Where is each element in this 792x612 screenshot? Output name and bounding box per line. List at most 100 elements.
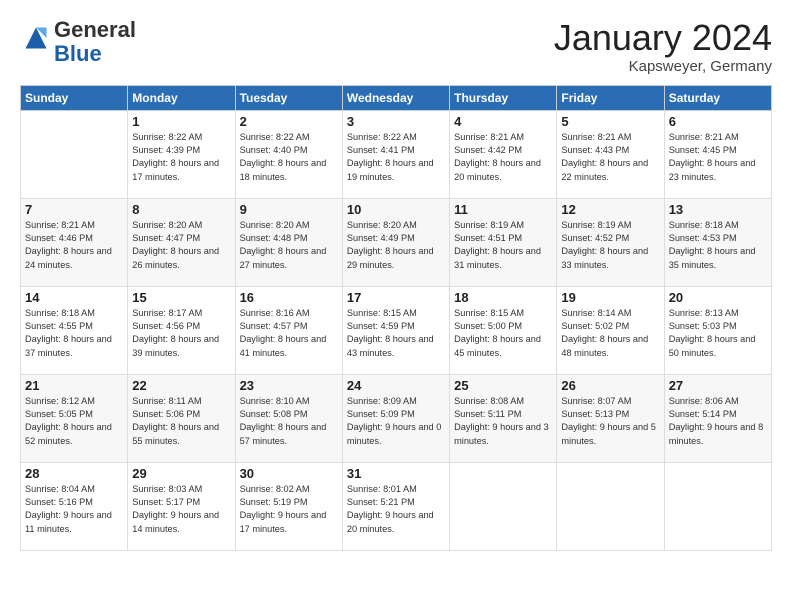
day-cell: 22 Sunrise: 8:11 AMSunset: 5:06 PMDaylig… — [128, 374, 235, 462]
month-title: January 2024 — [554, 18, 772, 58]
day-info: Sunrise: 8:22 AMSunset: 4:39 PMDaylight:… — [132, 131, 230, 184]
day-info: Sunrise: 8:09 AMSunset: 5:09 PMDaylight:… — [347, 395, 445, 448]
day-info: Sunrise: 8:19 AMSunset: 4:52 PMDaylight:… — [561, 219, 659, 272]
day-info: Sunrise: 8:15 AMSunset: 4:59 PMDaylight:… — [347, 307, 445, 360]
week-row-3: 21 Sunrise: 8:12 AMSunset: 5:05 PMDaylig… — [21, 374, 772, 462]
day-cell: 24 Sunrise: 8:09 AMSunset: 5:09 PMDaylig… — [342, 374, 449, 462]
day-info: Sunrise: 8:03 AMSunset: 5:17 PMDaylight:… — [132, 483, 230, 536]
day-cell — [557, 462, 664, 550]
header-wednesday: Wednesday — [342, 85, 449, 110]
day-cell: 18 Sunrise: 8:15 AMSunset: 5:00 PMDaylig… — [450, 286, 557, 374]
day-number: 8 — [132, 202, 230, 217]
day-number: 4 — [454, 114, 552, 129]
day-cell: 10 Sunrise: 8:20 AMSunset: 4:49 PMDaylig… — [342, 198, 449, 286]
day-info: Sunrise: 8:21 AMSunset: 4:43 PMDaylight:… — [561, 131, 659, 184]
day-number: 11 — [454, 202, 552, 217]
calendar-table: Sunday Monday Tuesday Wednesday Thursday… — [20, 85, 772, 551]
day-cell: 9 Sunrise: 8:20 AMSunset: 4:48 PMDayligh… — [235, 198, 342, 286]
day-number: 2 — [240, 114, 338, 129]
day-info: Sunrise: 8:22 AMSunset: 4:41 PMDaylight:… — [347, 131, 445, 184]
day-cell: 1 Sunrise: 8:22 AMSunset: 4:39 PMDayligh… — [128, 110, 235, 198]
day-cell: 19 Sunrise: 8:14 AMSunset: 5:02 PMDaylig… — [557, 286, 664, 374]
day-cell: 30 Sunrise: 8:02 AMSunset: 5:19 PMDaylig… — [235, 462, 342, 550]
day-cell: 11 Sunrise: 8:19 AMSunset: 4:51 PMDaylig… — [450, 198, 557, 286]
day-cell: 17 Sunrise: 8:15 AMSunset: 4:59 PMDaylig… — [342, 286, 449, 374]
day-cell: 8 Sunrise: 8:20 AMSunset: 4:47 PMDayligh… — [128, 198, 235, 286]
page: General Blue January 2024 Kapsweyer, Ger… — [0, 0, 792, 612]
day-number: 14 — [25, 290, 123, 305]
day-info: Sunrise: 8:17 AMSunset: 4:56 PMDaylight:… — [132, 307, 230, 360]
header-thursday: Thursday — [450, 85, 557, 110]
week-row-1: 7 Sunrise: 8:21 AMSunset: 4:46 PMDayligh… — [21, 198, 772, 286]
day-cell: 5 Sunrise: 8:21 AMSunset: 4:43 PMDayligh… — [557, 110, 664, 198]
day-number: 10 — [347, 202, 445, 217]
day-number: 12 — [561, 202, 659, 217]
day-cell: 4 Sunrise: 8:21 AMSunset: 4:42 PMDayligh… — [450, 110, 557, 198]
header-monday: Monday — [128, 85, 235, 110]
day-number: 1 — [132, 114, 230, 129]
day-info: Sunrise: 8:14 AMSunset: 5:02 PMDaylight:… — [561, 307, 659, 360]
day-number: 24 — [347, 378, 445, 393]
day-info: Sunrise: 8:19 AMSunset: 4:51 PMDaylight:… — [454, 219, 552, 272]
day-info: Sunrise: 8:13 AMSunset: 5:03 PMDaylight:… — [669, 307, 767, 360]
day-cell — [450, 462, 557, 550]
day-cell: 26 Sunrise: 8:07 AMSunset: 5:13 PMDaylig… — [557, 374, 664, 462]
day-info: Sunrise: 8:21 AMSunset: 4:46 PMDaylight:… — [25, 219, 123, 272]
day-cell: 16 Sunrise: 8:16 AMSunset: 4:57 PMDaylig… — [235, 286, 342, 374]
day-number: 13 — [669, 202, 767, 217]
day-number: 3 — [347, 114, 445, 129]
day-info: Sunrise: 8:08 AMSunset: 5:11 PMDaylight:… — [454, 395, 552, 448]
day-cell: 23 Sunrise: 8:10 AMSunset: 5:08 PMDaylig… — [235, 374, 342, 462]
header: General Blue January 2024 Kapsweyer, Ger… — [20, 18, 772, 75]
day-cell: 7 Sunrise: 8:21 AMSunset: 4:46 PMDayligh… — [21, 198, 128, 286]
day-number: 30 — [240, 466, 338, 481]
day-cell — [664, 462, 771, 550]
week-row-4: 28 Sunrise: 8:04 AMSunset: 5:16 PMDaylig… — [21, 462, 772, 550]
logo — [20, 28, 50, 57]
day-number: 31 — [347, 466, 445, 481]
day-number: 18 — [454, 290, 552, 305]
day-number: 17 — [347, 290, 445, 305]
day-cell — [21, 110, 128, 198]
day-cell: 13 Sunrise: 8:18 AMSunset: 4:53 PMDaylig… — [664, 198, 771, 286]
day-info: Sunrise: 8:20 AMSunset: 4:47 PMDaylight:… — [132, 219, 230, 272]
day-info: Sunrise: 8:04 AMSunset: 5:16 PMDaylight:… — [25, 483, 123, 536]
day-cell: 6 Sunrise: 8:21 AMSunset: 4:45 PMDayligh… — [664, 110, 771, 198]
day-info: Sunrise: 8:07 AMSunset: 5:13 PMDaylight:… — [561, 395, 659, 448]
day-info: Sunrise: 8:16 AMSunset: 4:57 PMDaylight:… — [240, 307, 338, 360]
day-number: 16 — [240, 290, 338, 305]
day-number: 20 — [669, 290, 767, 305]
day-number: 6 — [669, 114, 767, 129]
header-friday: Friday — [557, 85, 664, 110]
day-info: Sunrise: 8:11 AMSunset: 5:06 PMDaylight:… — [132, 395, 230, 448]
day-cell: 31 Sunrise: 8:01 AMSunset: 5:21 PMDaylig… — [342, 462, 449, 550]
location: Kapsweyer, Germany — [554, 58, 772, 75]
day-number: 5 — [561, 114, 659, 129]
day-cell: 27 Sunrise: 8:06 AMSunset: 5:14 PMDaylig… — [664, 374, 771, 462]
day-info: Sunrise: 8:06 AMSunset: 5:14 PMDaylight:… — [669, 395, 767, 448]
header-sunday: Sunday — [21, 85, 128, 110]
day-cell: 20 Sunrise: 8:13 AMSunset: 5:03 PMDaylig… — [664, 286, 771, 374]
day-info: Sunrise: 8:18 AMSunset: 4:53 PMDaylight:… — [669, 219, 767, 272]
week-row-2: 14 Sunrise: 8:18 AMSunset: 4:55 PMDaylig… — [21, 286, 772, 374]
day-cell: 2 Sunrise: 8:22 AMSunset: 4:40 PMDayligh… — [235, 110, 342, 198]
day-info: Sunrise: 8:20 AMSunset: 4:49 PMDaylight:… — [347, 219, 445, 272]
day-info: Sunrise: 8:20 AMSunset: 4:48 PMDaylight:… — [240, 219, 338, 272]
day-cell: 3 Sunrise: 8:22 AMSunset: 4:41 PMDayligh… — [342, 110, 449, 198]
day-number: 26 — [561, 378, 659, 393]
day-info: Sunrise: 8:22 AMSunset: 4:40 PMDaylight:… — [240, 131, 338, 184]
header-saturday: Saturday — [664, 85, 771, 110]
day-cell: 25 Sunrise: 8:08 AMSunset: 5:11 PMDaylig… — [450, 374, 557, 462]
day-number: 22 — [132, 378, 230, 393]
day-cell: 28 Sunrise: 8:04 AMSunset: 5:16 PMDaylig… — [21, 462, 128, 550]
logo-text: General Blue — [54, 18, 136, 66]
day-number: 19 — [561, 290, 659, 305]
day-number: 25 — [454, 378, 552, 393]
header-tuesday: Tuesday — [235, 85, 342, 110]
day-headers: Sunday Monday Tuesday Wednesday Thursday… — [21, 85, 772, 110]
day-number: 7 — [25, 202, 123, 217]
day-info: Sunrise: 8:21 AMSunset: 4:42 PMDaylight:… — [454, 131, 552, 184]
week-row-0: 1 Sunrise: 8:22 AMSunset: 4:39 PMDayligh… — [21, 110, 772, 198]
logo-area: General Blue — [20, 18, 136, 66]
day-number: 28 — [25, 466, 123, 481]
